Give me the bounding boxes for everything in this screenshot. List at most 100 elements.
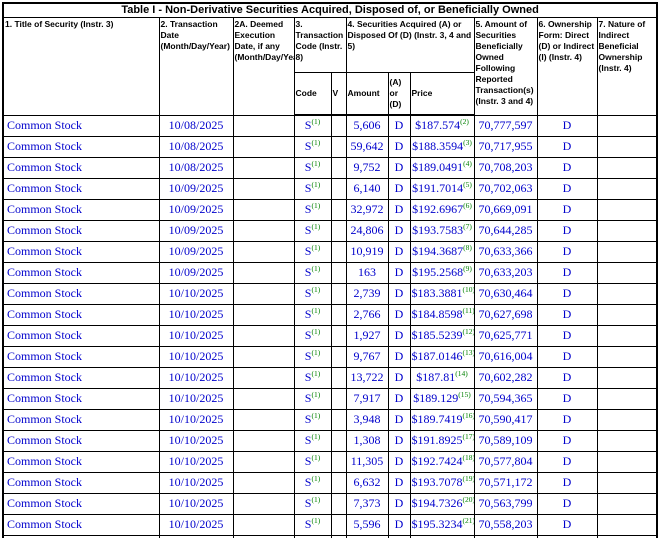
cell-value: D bbox=[395, 244, 404, 258]
footnote-ref-link[interactable]: (1) bbox=[311, 243, 320, 252]
footnote-ref-link[interactable]: (6) bbox=[463, 201, 472, 210]
cell-value: 13,722 bbox=[351, 370, 384, 384]
footnote-ref-link[interactable]: (12) bbox=[463, 327, 475, 336]
footnote-ref-link[interactable]: (1) bbox=[311, 180, 320, 189]
deemed-execution-date-cell bbox=[233, 283, 294, 304]
owned-following-cell: 70,589,109 bbox=[474, 430, 537, 451]
cell-value: $184.8598 bbox=[412, 307, 463, 321]
deemed-execution-date-cell bbox=[233, 409, 294, 430]
ownership-form-cell: D bbox=[537, 220, 597, 241]
footnote-ref-link[interactable]: (9) bbox=[463, 264, 472, 273]
cell-value: 10/10/2025 bbox=[169, 307, 224, 321]
cell-value: 2,739 bbox=[354, 286, 381, 300]
footnote-ref-link[interactable]: (18) bbox=[463, 453, 475, 462]
amount-cell: 9,752 bbox=[346, 157, 388, 178]
footnote-ref-link[interactable]: (1) bbox=[311, 411, 320, 420]
cell-value: D bbox=[563, 160, 572, 174]
footnote-ref-link[interactable]: (1) bbox=[311, 201, 320, 210]
cell-value: D bbox=[563, 139, 572, 153]
amount-cell: 13,722 bbox=[346, 367, 388, 388]
table-row: Common Stock10/09/2025S(1)24,806D$193.75… bbox=[3, 220, 657, 241]
nature-indirect-cell bbox=[597, 367, 657, 388]
nature-indirect-cell bbox=[597, 388, 657, 409]
cell-value: Common Stock bbox=[7, 349, 82, 363]
price-cell: $195.3234(21) bbox=[410, 514, 474, 535]
footnote-ref-link[interactable]: (1) bbox=[311, 264, 320, 273]
footnote-ref-link[interactable]: (1) bbox=[311, 306, 320, 315]
footnote-ref-link[interactable]: (2) bbox=[460, 117, 469, 126]
transaction-date-cell: 10/10/2025 bbox=[159, 367, 233, 388]
cell-value: 10/10/2025 bbox=[169, 433, 224, 447]
cell-value: 10/10/2025 bbox=[169, 370, 224, 384]
footnote-ref-link[interactable]: (20) bbox=[463, 495, 475, 504]
amount-cell: 5,606 bbox=[346, 115, 388, 136]
footnote-ref-link[interactable]: (11) bbox=[463, 306, 475, 315]
cell-value: 10/10/2025 bbox=[169, 286, 224, 300]
footnote-ref-link[interactable]: (5) bbox=[463, 180, 472, 189]
cell-value: 70,616,004 bbox=[479, 349, 533, 363]
owned-following-cell: 70,644,285 bbox=[474, 220, 537, 241]
v-cell bbox=[331, 493, 346, 514]
footnote-ref-link[interactable]: (1) bbox=[311, 474, 320, 483]
transaction-date-cell: 10/10/2025 bbox=[159, 451, 233, 472]
footnote-ref-link[interactable]: (1) bbox=[311, 159, 320, 168]
footnote-ref-link[interactable]: (1) bbox=[311, 285, 320, 294]
deemed-execution-date-cell bbox=[233, 346, 294, 367]
footnote-ref-link[interactable]: (1) bbox=[311, 432, 320, 441]
cell-value: D bbox=[395, 412, 404, 426]
footnote-ref-link[interactable]: (1) bbox=[311, 222, 320, 231]
amount-cell: 9,767 bbox=[346, 346, 388, 367]
footnote-ref-link[interactable]: (8) bbox=[463, 243, 472, 252]
cell-value: D bbox=[563, 370, 572, 384]
footnote-ref-link[interactable]: (1) bbox=[311, 369, 320, 378]
price-cell: $191.8925(17) bbox=[410, 430, 474, 451]
v-cell bbox=[331, 346, 346, 367]
ownership-form-cell: D bbox=[537, 514, 597, 535]
deemed-execution-date-cell bbox=[233, 178, 294, 199]
amount-cell: 24,806 bbox=[346, 220, 388, 241]
footnote-ref-link[interactable]: (1) bbox=[311, 390, 320, 399]
acquired-disposed-cell: D bbox=[388, 199, 410, 220]
cell-value: 3,948 bbox=[354, 412, 381, 426]
owned-following-cell: 70,777,597 bbox=[474, 115, 537, 136]
footnote-ref-link[interactable]: (1) bbox=[311, 117, 320, 126]
footnote-ref-link[interactable]: (7) bbox=[463, 222, 472, 231]
footnote-ref-link[interactable]: (1) bbox=[311, 348, 320, 357]
footnote-ref-link[interactable]: (16) bbox=[463, 411, 475, 420]
footnote-ref-link[interactable]: (1) bbox=[311, 327, 320, 336]
v-cell bbox=[331, 472, 346, 493]
v-cell bbox=[331, 157, 346, 178]
form4-document: Table I - Non-Derivative Securities Acqu… bbox=[0, 0, 660, 538]
cell-value: D bbox=[395, 391, 404, 405]
footnote-ref-link[interactable]: (1) bbox=[311, 495, 320, 504]
footnote-ref-link[interactable]: (14) bbox=[455, 369, 468, 378]
footnote-ref-link[interactable]: (21) bbox=[463, 516, 475, 525]
footnote-ref-link[interactable]: (3) bbox=[463, 138, 472, 147]
nature-indirect-cell bbox=[597, 157, 657, 178]
cell-value: D bbox=[395, 433, 404, 447]
amount-cell: 32,972 bbox=[346, 199, 388, 220]
cell-value: D bbox=[563, 517, 572, 531]
footnote-ref-link[interactable]: (10) bbox=[463, 285, 475, 294]
footnote-ref-link[interactable]: (15) bbox=[458, 390, 471, 399]
footnote-ref-link[interactable]: (1) bbox=[311, 453, 320, 462]
header-nature-indirect: 7. Nature of Indirect Beneficial Ownersh… bbox=[597, 17, 657, 115]
acquired-disposed-cell: D bbox=[388, 241, 410, 262]
v-cell bbox=[331, 136, 346, 157]
footnote-ref-link[interactable]: (13) bbox=[463, 348, 475, 357]
owned-following-cell: 70,577,804 bbox=[474, 451, 537, 472]
footnote-ref-link[interactable]: (19) bbox=[463, 474, 475, 483]
footnote-ref-link[interactable]: (4) bbox=[463, 159, 472, 168]
cell-value: $194.7326 bbox=[412, 496, 463, 510]
cell-value: D bbox=[395, 286, 404, 300]
price-cell: $192.6967(6) bbox=[410, 199, 474, 220]
transaction-date-cell: 10/10/2025 bbox=[159, 325, 233, 346]
ownership-form-cell: D bbox=[537, 451, 597, 472]
owned-following-cell: 70,702,063 bbox=[474, 178, 537, 199]
transaction-code-cell: S(1) bbox=[294, 241, 331, 262]
footnote-ref-link[interactable]: (17) bbox=[463, 432, 475, 441]
footnote-ref-link[interactable]: (1) bbox=[311, 516, 320, 525]
footnote-ref-link[interactable]: (1) bbox=[311, 138, 320, 147]
amount-cell: 6,632 bbox=[346, 472, 388, 493]
table-row: Common Stock10/08/2025S(1)9,752D$189.049… bbox=[3, 157, 657, 178]
